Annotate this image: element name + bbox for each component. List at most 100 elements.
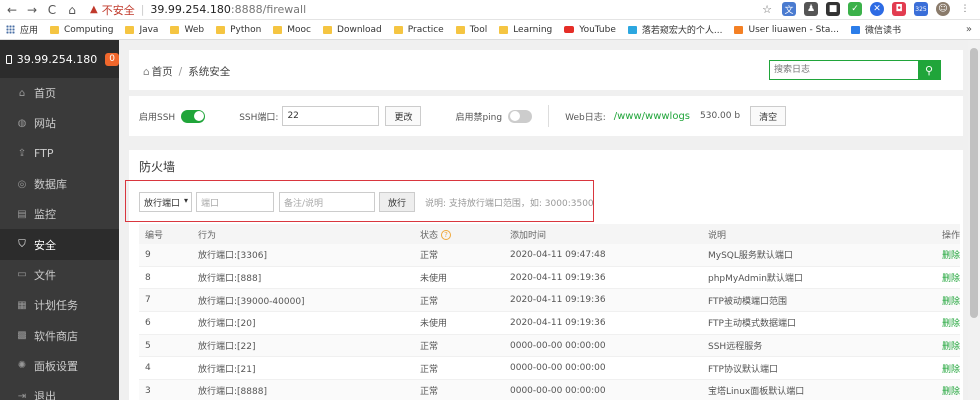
breadcrumb-home[interactable]: 首页	[152, 66, 173, 78]
bookmarks-bar: 应用 Computing Java Web Python Mooc Downlo…	[0, 20, 980, 40]
sidebar-item-security[interactable]: ⛉ 安全	[0, 229, 119, 260]
sidebar-item-home[interactable]: ⌂ 首页	[0, 78, 119, 108]
folder-icon	[50, 25, 60, 34]
sidebar-item-database[interactable]: ◎ 数据库	[0, 169, 119, 199]
table-row: 5 放行端口:[22] 正常 0000-00-00 00:00:00 SSH远程服务 删除	[139, 334, 960, 358]
change-port-button[interactable]: 更改	[385, 106, 422, 126]
table-row: 9 放行端口:[3306] 正常 2020-04-11 09:47:48 MySQL服务…	[139, 244, 960, 267]
youtube-icon	[564, 26, 575, 33]
sidebar-item-logout[interactable]: ⇥ 退出	[0, 381, 119, 400]
bookmark-computing[interactable]: Computing	[50, 25, 113, 35]
breadcrumb-bar: ⌂首页/系统安全 ⚲	[129, 50, 963, 90]
menu-dots-icon[interactable]: ⋮	[958, 2, 972, 16]
server-ip: 39.99.254.180	[16, 52, 98, 66]
folder-icon	[323, 25, 333, 34]
blue-ext-icon[interactable]: ✕	[870, 2, 884, 16]
delete-link[interactable]: 删除	[925, 384, 960, 397]
red-ext-icon[interactable]: ◘	[892, 2, 906, 16]
url-field[interactable]: ▲ 不安全 | 39.99.254.180:8888/firewall	[90, 2, 306, 18]
weblog-path-link[interactable]: /www/wwwlogs	[614, 111, 690, 122]
sidebar-item-settings[interactable]: ✺ 面板设置	[0, 351, 119, 381]
table-row: 3 放行端口:[8888] 正常 0000-00-00 00:00:00 宝塔Linux…	[139, 380, 960, 400]
bookmark-youtube[interactable]: YouTube	[564, 25, 616, 35]
weblog-size: 530.00 b	[700, 111, 741, 121]
folder-icon: ▭	[17, 269, 27, 281]
weread-icon	[851, 25, 860, 34]
bookmarks-more-icon[interactable]: »	[966, 24, 972, 35]
ping-label: 启用禁ping	[455, 112, 503, 123]
folder-icon	[393, 25, 403, 34]
sidebar-item-website[interactable]: ◍ 网站	[0, 108, 119, 138]
bookmark-blog[interactable]: 落若窥宏大的个人...	[627, 23, 722, 36]
notification-badge[interactable]: 0	[105, 52, 119, 66]
back-icon[interactable]: ←	[4, 2, 20, 18]
sidebar: 39.99.254.180 0 ⌂ 首页 ◍ 网站 ⇪ FTP ◎ 数据库 ▤ 监控 ⛉ 安…	[0, 40, 119, 400]
help-icon[interactable]: ?	[441, 230, 452, 240]
sidebar-header: 39.99.254.180 0	[0, 40, 119, 78]
bookmark-learning[interactable]: Learning	[499, 25, 552, 35]
database-icon: ◎	[17, 178, 27, 190]
ping-toggle[interactable]	[508, 109, 533, 123]
bookmark-download[interactable]: Download	[323, 25, 382, 35]
firewall-title: 防火墙	[139, 160, 176, 174]
allow-port-button[interactable]: 放行	[379, 192, 416, 212]
home-nav-icon[interactable]: ⌂	[64, 2, 80, 18]
forward-icon[interactable]: →	[24, 2, 40, 18]
bookmark-weread[interactable]: 微信读书	[851, 23, 901, 36]
delete-link[interactable]: 删除	[925, 316, 960, 329]
bookmark-apps[interactable]: 应用	[6, 23, 38, 36]
rule-type-select[interactable]: 放行端口	[139, 192, 192, 212]
ssh-port-label: SSH端口:	[239, 112, 279, 123]
add-rule-row: 放行端口 端口 备注/说明 放行 说明: 支持放行端口范围，如: 3000:35…	[139, 192, 594, 212]
profile-avatar-icon[interactable]: ☺	[936, 2, 950, 16]
bookmark-web[interactable]: Web	[170, 25, 204, 35]
folder-icon	[216, 25, 226, 34]
ghost-icon[interactable]: ♟	[804, 2, 818, 16]
shield-ext-icon[interactable]: ✓	[848, 2, 862, 16]
sidebar-item-ftp[interactable]: ⇪ FTP	[0, 139, 119, 169]
delete-link[interactable]: 删除	[925, 294, 960, 307]
ssh-settings-bar: 启用SSH SSH端口: 22 更改 启用禁ping Web日志: /www/w…	[129, 96, 963, 136]
search-button[interactable]: ⚲	[918, 61, 940, 79]
ssh-toggle[interactable]	[181, 109, 206, 123]
star-icon[interactable]: ☆	[760, 2, 774, 16]
bookmark-python[interactable]: Python	[216, 25, 261, 35]
folder-icon	[125, 25, 135, 34]
extension-icons: ☆ 文 ♟ ■ ✓ ✕ ◘ 325 ☺ ⋮	[760, 2, 972, 16]
bookmark-practice[interactable]: Practice	[393, 25, 444, 35]
table-row: 7 放行端口:[39000-40000] 正常 2020-04-11 09:19:36…	[139, 289, 960, 313]
bookmark-mooc[interactable]: Mooc	[273, 25, 311, 35]
delete-link[interactable]: 删除	[925, 271, 960, 284]
url-path: :8888/firewall	[230, 3, 307, 16]
translate-icon[interactable]: 文	[782, 2, 796, 16]
table-body: 9 放行端口:[3306] 正常 2020-04-11 09:47:48 MySQL服务…	[139, 244, 960, 400]
note-input[interactable]: 备注/说明	[279, 192, 375, 212]
ssh-port-input[interactable]: 22	[282, 106, 380, 126]
clear-log-button[interactable]: 清空	[750, 106, 787, 126]
port-input[interactable]: 端口	[196, 192, 274, 212]
sidebar-item-store[interactable]: ▩ 软件商店	[0, 320, 119, 350]
shield-icon: ⛉	[18, 239, 26, 251]
scrollbar-thumb[interactable]	[970, 48, 978, 318]
badge-ext-icon[interactable]: 325	[914, 2, 928, 16]
breadcrumb: ⌂ 首页 / 系统安全	[143, 66, 231, 78]
delete-link[interactable]: 删除	[925, 248, 960, 261]
dark-ext-icon[interactable]: ■	[826, 2, 840, 16]
page-scrollbar[interactable]	[968, 40, 980, 400]
folder-icon	[273, 25, 283, 34]
sidebar-item-monitor[interactable]: ▤ 监控	[0, 199, 119, 229]
delete-link[interactable]: 删除	[925, 362, 960, 375]
sidebar-item-files[interactable]: ▭ 文件	[0, 260, 119, 290]
reload-icon[interactable]: C	[44, 2, 60, 18]
table-row: 4 放行端口:[21] 正常 0000-00-00 00:00:00 FTP协议默认端口…	[139, 357, 960, 381]
table-header: 编号 行为 状态? 添加时间 说明 操作	[139, 224, 960, 244]
grid-icon: ▩	[17, 330, 27, 342]
bookmark-stackoverflow[interactable]: User liuawen - Sta...	[734, 25, 839, 35]
search-input[interactable]	[770, 61, 918, 79]
delete-link[interactable]: 删除	[925, 339, 960, 352]
monitor-icon: ▤	[17, 208, 27, 220]
bookmark-java[interactable]: Java	[125, 25, 158, 35]
calendar-icon: ▦	[17, 299, 27, 311]
sidebar-item-cron[interactable]: ▦ 计划任务	[0, 290, 119, 320]
bookmark-tool[interactable]: Tool	[455, 25, 487, 35]
